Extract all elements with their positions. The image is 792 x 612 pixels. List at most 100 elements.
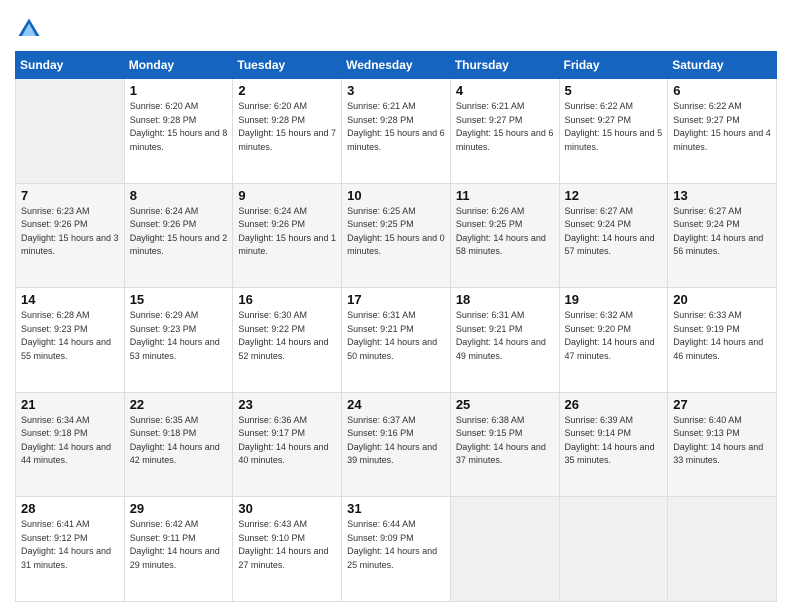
calendar-day-cell: 25 Sunrise: 6:38 AM Sunset: 9:15 PM Dayl… [450,392,559,497]
day-info: Sunrise: 6:26 AM Sunset: 9:25 PM Dayligh… [456,205,554,259]
calendar-week-row: 1 Sunrise: 6:20 AM Sunset: 9:28 PM Dayli… [16,79,777,184]
calendar-day-cell: 1 Sunrise: 6:20 AM Sunset: 9:28 PM Dayli… [124,79,233,184]
day-number: 20 [673,292,771,307]
day-info: Sunrise: 6:20 AM Sunset: 9:28 PM Dayligh… [130,100,228,154]
day-info: Sunrise: 6:39 AM Sunset: 9:14 PM Dayligh… [565,414,663,468]
calendar-day-cell: 30 Sunrise: 6:43 AM Sunset: 9:10 PM Dayl… [233,497,342,602]
calendar-day-cell [668,497,777,602]
day-number: 8 [130,188,228,203]
calendar-day-cell: 28 Sunrise: 6:41 AM Sunset: 9:12 PM Dayl… [16,497,125,602]
calendar-day-header: Monday [124,52,233,79]
day-info: Sunrise: 6:25 AM Sunset: 9:25 PM Dayligh… [347,205,445,259]
calendar-day-cell [450,497,559,602]
calendar-day-cell [559,497,668,602]
day-info: Sunrise: 6:21 AM Sunset: 9:27 PM Dayligh… [456,100,554,154]
day-number: 6 [673,83,771,98]
day-info: Sunrise: 6:22 AM Sunset: 9:27 PM Dayligh… [565,100,663,154]
calendar-day-cell: 17 Sunrise: 6:31 AM Sunset: 9:21 PM Dayl… [342,288,451,393]
logo-icon [15,15,43,43]
calendar-week-row: 14 Sunrise: 6:28 AM Sunset: 9:23 PM Dayl… [16,288,777,393]
day-number: 14 [21,292,119,307]
calendar-table: SundayMondayTuesdayWednesdayThursdayFrid… [15,51,777,602]
calendar-week-row: 28 Sunrise: 6:41 AM Sunset: 9:12 PM Dayl… [16,497,777,602]
day-number: 15 [130,292,228,307]
day-info: Sunrise: 6:29 AM Sunset: 9:23 PM Dayligh… [130,309,228,363]
day-info: Sunrise: 6:24 AM Sunset: 9:26 PM Dayligh… [238,205,336,259]
calendar-day-cell: 29 Sunrise: 6:42 AM Sunset: 9:11 PM Dayl… [124,497,233,602]
day-info: Sunrise: 6:35 AM Sunset: 9:18 PM Dayligh… [130,414,228,468]
day-info: Sunrise: 6:27 AM Sunset: 9:24 PM Dayligh… [565,205,663,259]
day-info: Sunrise: 6:36 AM Sunset: 9:17 PM Dayligh… [238,414,336,468]
day-number: 18 [456,292,554,307]
day-info: Sunrise: 6:23 AM Sunset: 9:26 PM Dayligh… [21,205,119,259]
calendar-day-cell: 14 Sunrise: 6:28 AM Sunset: 9:23 PM Dayl… [16,288,125,393]
calendar-day-cell: 20 Sunrise: 6:33 AM Sunset: 9:19 PM Dayl… [668,288,777,393]
calendar-day-cell: 21 Sunrise: 6:34 AM Sunset: 9:18 PM Dayl… [16,392,125,497]
day-info: Sunrise: 6:31 AM Sunset: 9:21 PM Dayligh… [456,309,554,363]
day-info: Sunrise: 6:24 AM Sunset: 9:26 PM Dayligh… [130,205,228,259]
header [15,15,777,43]
day-info: Sunrise: 6:28 AM Sunset: 9:23 PM Dayligh… [21,309,119,363]
day-info: Sunrise: 6:44 AM Sunset: 9:09 PM Dayligh… [347,518,445,572]
day-number: 13 [673,188,771,203]
day-number: 29 [130,501,228,516]
calendar-day-cell: 27 Sunrise: 6:40 AM Sunset: 9:13 PM Dayl… [668,392,777,497]
calendar-day-cell: 19 Sunrise: 6:32 AM Sunset: 9:20 PM Dayl… [559,288,668,393]
calendar-day-header: Saturday [668,52,777,79]
calendar-day-header: Tuesday [233,52,342,79]
calendar-day-cell: 9 Sunrise: 6:24 AM Sunset: 9:26 PM Dayli… [233,183,342,288]
day-number: 9 [238,188,336,203]
calendar-day-cell: 6 Sunrise: 6:22 AM Sunset: 9:27 PM Dayli… [668,79,777,184]
calendar-day-cell: 3 Sunrise: 6:21 AM Sunset: 9:28 PM Dayli… [342,79,451,184]
calendar-day-cell: 4 Sunrise: 6:21 AM Sunset: 9:27 PM Dayli… [450,79,559,184]
calendar-day-cell: 8 Sunrise: 6:24 AM Sunset: 9:26 PM Dayli… [124,183,233,288]
day-number: 7 [21,188,119,203]
day-info: Sunrise: 6:21 AM Sunset: 9:28 PM Dayligh… [347,100,445,154]
day-number: 22 [130,397,228,412]
day-number: 12 [565,188,663,203]
day-number: 27 [673,397,771,412]
logo [15,15,45,43]
day-number: 28 [21,501,119,516]
calendar-header-row: SundayMondayTuesdayWednesdayThursdayFrid… [16,52,777,79]
calendar-day-cell: 31 Sunrise: 6:44 AM Sunset: 9:09 PM Dayl… [342,497,451,602]
day-number: 17 [347,292,445,307]
day-number: 30 [238,501,336,516]
day-number: 2 [238,83,336,98]
day-info: Sunrise: 6:30 AM Sunset: 9:22 PM Dayligh… [238,309,336,363]
calendar-day-cell: 23 Sunrise: 6:36 AM Sunset: 9:17 PM Dayl… [233,392,342,497]
calendar-day-cell: 15 Sunrise: 6:29 AM Sunset: 9:23 PM Dayl… [124,288,233,393]
calendar-day-cell: 12 Sunrise: 6:27 AM Sunset: 9:24 PM Dayl… [559,183,668,288]
calendar-week-row: 21 Sunrise: 6:34 AM Sunset: 9:18 PM Dayl… [16,392,777,497]
day-info: Sunrise: 6:41 AM Sunset: 9:12 PM Dayligh… [21,518,119,572]
day-info: Sunrise: 6:42 AM Sunset: 9:11 PM Dayligh… [130,518,228,572]
day-info: Sunrise: 6:40 AM Sunset: 9:13 PM Dayligh… [673,414,771,468]
calendar-day-cell: 26 Sunrise: 6:39 AM Sunset: 9:14 PM Dayl… [559,392,668,497]
day-number: 11 [456,188,554,203]
calendar-day-header: Friday [559,52,668,79]
day-number: 24 [347,397,445,412]
day-info: Sunrise: 6:22 AM Sunset: 9:27 PM Dayligh… [673,100,771,154]
day-info: Sunrise: 6:37 AM Sunset: 9:16 PM Dayligh… [347,414,445,468]
calendar-day-header: Wednesday [342,52,451,79]
calendar-day-cell: 22 Sunrise: 6:35 AM Sunset: 9:18 PM Dayl… [124,392,233,497]
calendar-day-cell: 2 Sunrise: 6:20 AM Sunset: 9:28 PM Dayli… [233,79,342,184]
calendar-day-cell: 11 Sunrise: 6:26 AM Sunset: 9:25 PM Dayl… [450,183,559,288]
day-info: Sunrise: 6:38 AM Sunset: 9:15 PM Dayligh… [456,414,554,468]
day-number: 1 [130,83,228,98]
calendar-day-cell: 16 Sunrise: 6:30 AM Sunset: 9:22 PM Dayl… [233,288,342,393]
calendar-day-cell: 5 Sunrise: 6:22 AM Sunset: 9:27 PM Dayli… [559,79,668,184]
day-info: Sunrise: 6:32 AM Sunset: 9:20 PM Dayligh… [565,309,663,363]
calendar-week-row: 7 Sunrise: 6:23 AM Sunset: 9:26 PM Dayli… [16,183,777,288]
calendar-day-cell: 10 Sunrise: 6:25 AM Sunset: 9:25 PM Dayl… [342,183,451,288]
day-info: Sunrise: 6:31 AM Sunset: 9:21 PM Dayligh… [347,309,445,363]
calendar-day-cell: 13 Sunrise: 6:27 AM Sunset: 9:24 PM Dayl… [668,183,777,288]
day-info: Sunrise: 6:34 AM Sunset: 9:18 PM Dayligh… [21,414,119,468]
calendar-day-header: Thursday [450,52,559,79]
day-number: 19 [565,292,663,307]
calendar-day-cell: 7 Sunrise: 6:23 AM Sunset: 9:26 PM Dayli… [16,183,125,288]
day-number: 26 [565,397,663,412]
calendar-day-cell: 18 Sunrise: 6:31 AM Sunset: 9:21 PM Dayl… [450,288,559,393]
page: SundayMondayTuesdayWednesdayThursdayFrid… [0,0,792,612]
day-number: 23 [238,397,336,412]
